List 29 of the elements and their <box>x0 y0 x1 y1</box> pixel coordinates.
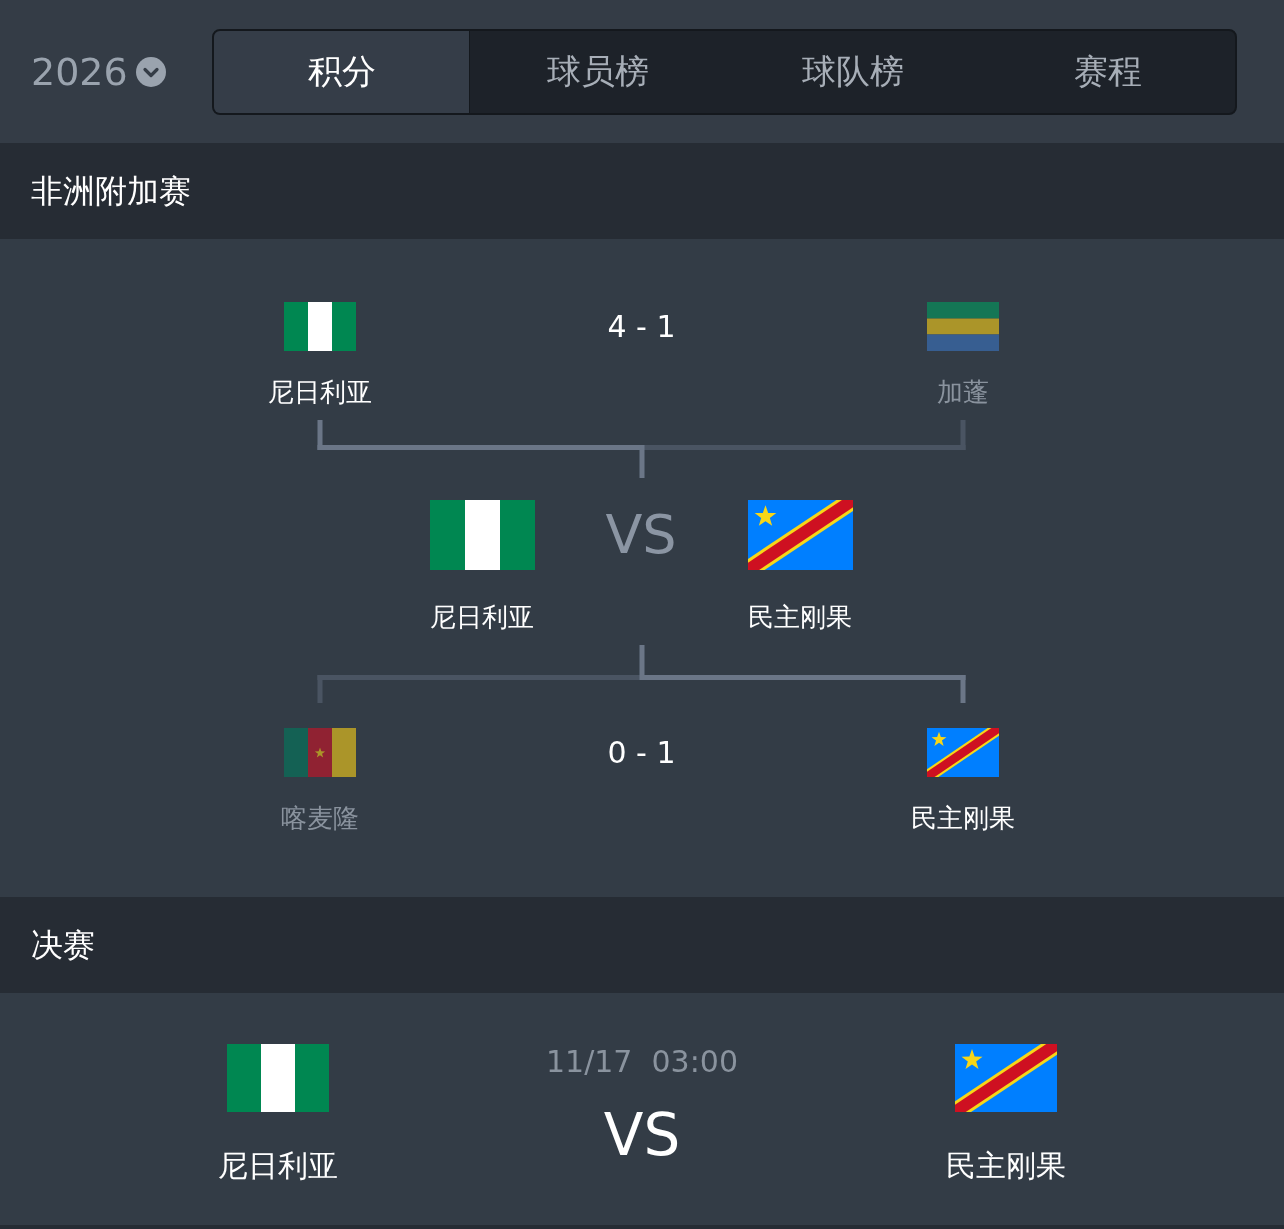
team-name: 民主刚果 <box>911 802 1015 835</box>
section-title: 决赛 <box>0 897 1284 993</box>
tab[interactable]: 积分 <box>214 30 470 113</box>
team-name: 喀麦隆 <box>281 802 359 835</box>
flag-icon <box>284 302 356 351</box>
team-name: 民主刚果 <box>946 1147 1066 1185</box>
tab[interactable]: 球员榜 <box>470 30 725 113</box>
match-score: 0 - 1 <box>607 734 676 772</box>
versus-label: VS <box>603 1106 681 1164</box>
team-name: 尼日利亚 <box>430 601 534 634</box>
tab[interactable]: 球队榜 <box>725 30 980 113</box>
team-name: 尼日利亚 <box>268 376 372 409</box>
season-dropdown[interactable]: 2026 <box>31 52 166 91</box>
versus-label: VS <box>605 502 677 568</box>
team-name: 尼日利亚 <box>218 1147 338 1185</box>
team-name: 加蓬 <box>937 376 989 409</box>
match-time: 11/17 03:00 <box>546 1044 738 1080</box>
chevron-down-icon <box>135 56 166 87</box>
flag-icon <box>927 728 999 777</box>
flag-icon <box>284 728 356 777</box>
section-title: 非洲附加赛 <box>0 143 1284 239</box>
match-score: 4 - 1 <box>607 308 676 346</box>
flag-icon <box>955 1044 1057 1112</box>
flag-icon <box>429 500 535 570</box>
tab[interactable]: 赛程 <box>980 30 1235 113</box>
flag-icon <box>747 500 853 570</box>
team-name: 民主刚果 <box>748 601 852 634</box>
flag-icon <box>227 1044 329 1112</box>
flag-icon <box>927 302 999 351</box>
